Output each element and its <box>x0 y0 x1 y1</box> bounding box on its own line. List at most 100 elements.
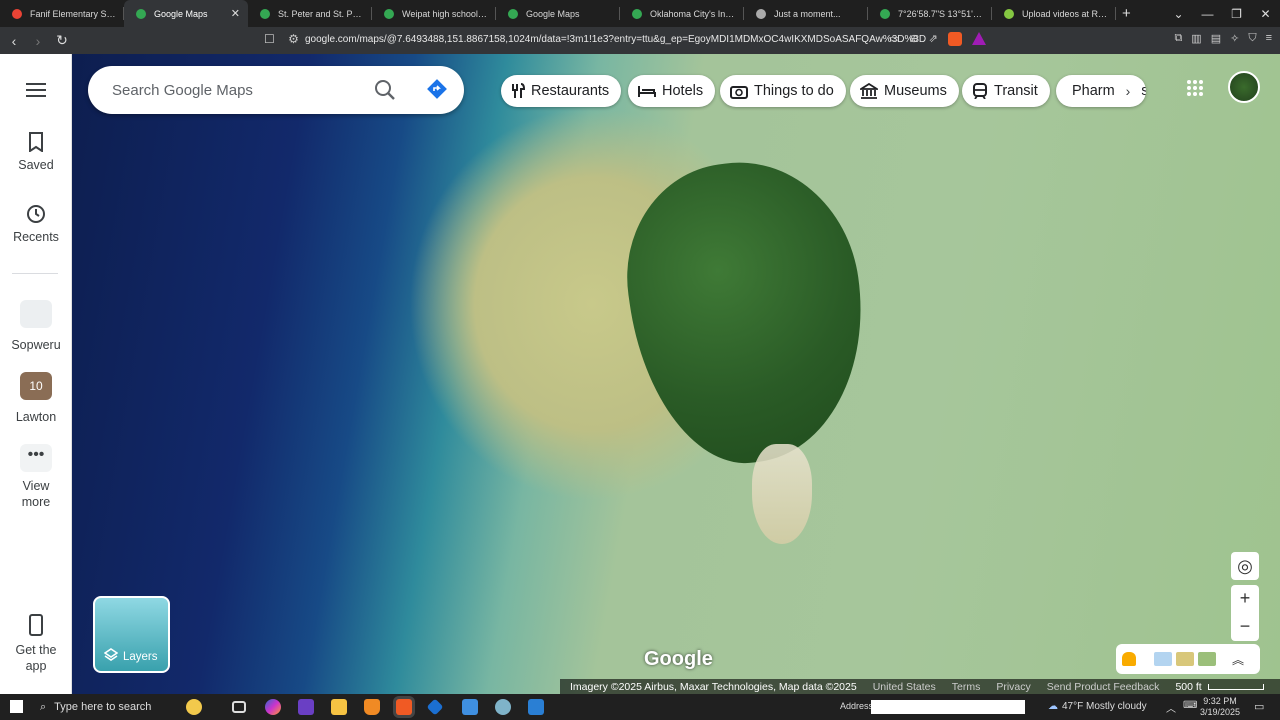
tab-search-icon[interactable]: ⌄ <box>1164 7 1193 21</box>
sidebar-toggle-icon[interactable]: ▥ <box>1191 32 1201 45</box>
browser-tab[interactable]: Fanif Elementary School - <box>0 0 124 27</box>
chip-things-to-do[interactable]: Things to do <box>720 75 846 107</box>
main-menu-button[interactable] <box>0 82 72 104</box>
tray-chevron-icon[interactable]: ︿ <box>1166 700 1176 715</box>
terms-link[interactable]: Terms <box>952 681 981 693</box>
copilot-icon[interactable] <box>186 699 202 715</box>
address-bar-url[interactable]: google.com/maps/@7.6493488,151.8867158,1… <box>305 34 926 45</box>
recent-place-lawton[interactable]: 10 Lawton <box>0 372 72 424</box>
close-window-button[interactable]: ✕ <box>1251 7 1280 21</box>
pinned-app-icon[interactable] <box>426 698 444 716</box>
sand-spit <box>752 444 812 544</box>
network-app-icon[interactable] <box>495 699 511 715</box>
weather-widget[interactable]: ☁ 47°F Mostly cloudy <box>1048 701 1147 712</box>
new-tab-button[interactable]: + <box>1122 5 1131 22</box>
browser-tab[interactable]: Upload videos at Rumble <box>992 0 1116 27</box>
back-button[interactable]: ‹ <box>4 33 24 49</box>
wallet-icon[interactable]: ▤ <box>1211 32 1221 45</box>
cast-icon[interactable]: ▭ <box>889 32 899 46</box>
directions-icon[interactable] <box>426 78 448 100</box>
chip-restaurants[interactable]: Restaurants <box>501 75 622 107</box>
windows-start-icon[interactable] <box>10 700 23 713</box>
museum-icon <box>860 83 878 99</box>
forward-button[interactable]: › <box>28 33 48 49</box>
account-avatar[interactable] <box>1228 71 1260 103</box>
close-tab-icon[interactable]: ✕ <box>231 7 240 20</box>
address-toolbar-input[interactable] <box>871 700 1025 714</box>
chip-hotels[interactable]: Hotels <box>628 75 716 107</box>
satellite-map[interactable] <box>72 54 1280 694</box>
privacy-link[interactable]: Privacy <box>996 681 1030 693</box>
saved-button[interactable]: Saved <box>0 132 72 172</box>
view-more-button[interactable]: ••• View more <box>0 444 72 510</box>
browser-tab[interactable]: Oklahoma City's Incredib <box>620 0 744 27</box>
notification-icon[interactable]: ▭ <box>1254 700 1264 713</box>
map-type-default[interactable] <box>1154 652 1172 666</box>
pegman-icon[interactable] <box>1122 652 1136 666</box>
vpn-icon[interactable]: ⛉ <box>1248 32 1256 45</box>
brave-browser-icon[interactable] <box>396 699 412 715</box>
browser-tab[interactable]: Just a moment... <box>744 0 868 27</box>
search-icon[interactable] <box>374 79 396 101</box>
share-icon[interactable]: ⇗ <box>929 32 938 46</box>
zoom-out-button[interactable]: − <box>1231 613 1259 641</box>
site-info-icon[interactable]: ⚙ <box>288 32 299 46</box>
tab-list: Fanif Elementary School - Google Maps ✕ St.… <box>0 0 1116 27</box>
tab-title: Fanif Elementary School - <box>30 8 116 19</box>
google-apps-icon[interactable] <box>1186 79 1204 97</box>
browser-tab[interactable]: Weipat high school - Goo <box>372 0 496 27</box>
browser-tab-active[interactable]: Google Maps ✕ <box>124 0 248 27</box>
extensions-icon[interactable]: ⧉ <box>1174 32 1182 45</box>
clock-time: 9:32 PM <box>1203 696 1237 706</box>
restore-button[interactable]: ❐ <box>1222 7 1251 21</box>
favicon-icon <box>12 8 22 19</box>
get-app-label: Get the app <box>15 643 57 673</box>
expand-icon[interactable]: ︽ <box>1232 651 1244 668</box>
recent-place-sopweru[interactable]: Sopweru <box>0 300 72 352</box>
taskbar-search[interactable]: ⌕ Type here to search <box>32 694 210 720</box>
saved-label: Saved <box>18 158 54 172</box>
browser-tab[interactable]: 7°26'58.7"S 13°51'33.3"W <box>868 0 992 27</box>
map-type-3d[interactable] <box>1198 652 1216 666</box>
chips-next-button[interactable]: › <box>1114 77 1142 105</box>
scale-label[interactable]: 500 ft <box>1175 681 1201 693</box>
menu-icon[interactable]: ≡ <box>1266 32 1272 45</box>
copilot-app-icon[interactable] <box>265 699 281 715</box>
visual-studio-icon[interactable] <box>298 699 314 715</box>
chip-label: Hotels <box>662 83 704 99</box>
brave-rewards-icon[interactable] <box>971 32 986 45</box>
tab-title: Just a moment... <box>774 8 841 19</box>
system-clock[interactable]: 9:32 PM 3/19/2025 <box>1200 696 1240 718</box>
zoom-in-button[interactable]: + <box>1231 585 1259 613</box>
favicon-icon <box>508 8 518 19</box>
photos-app-icon[interactable] <box>462 699 478 715</box>
chip-label: Transit <box>994 83 1038 99</box>
layers-button[interactable]: Layers <box>93 596 170 673</box>
vlc-icon[interactable] <box>364 699 380 715</box>
bookmark-icon[interactable]: ☐ ⚙ <box>264 32 299 46</box>
tab-title: Upload videos at Rumble <box>1022 8 1108 19</box>
map-type-selector: ︽ <box>1116 644 1260 674</box>
island-vegetation <box>612 147 882 477</box>
chip-museums[interactable]: Museums <box>850 75 959 107</box>
task-view-icon[interactable] <box>232 701 246 713</box>
get-the-app-button[interactable]: Get the app <box>0 614 72 674</box>
imagery-attribution: Imagery ©2025 Airbus, Maxar Technologies… <box>570 680 857 693</box>
keyboard-icon[interactable]: ⌨ <box>1183 700 1197 711</box>
map-type-terrain[interactable] <box>1176 652 1194 666</box>
minimize-button[interactable]: — <box>1193 7 1222 21</box>
recents-button[interactable]: Recents <box>0 204 72 244</box>
leo-ai-icon[interactable]: ✧ <box>1230 32 1239 45</box>
feedback-link[interactable]: Send Product Feedback <box>1047 681 1160 693</box>
browser-tab[interactable]: Google Maps <box>496 0 620 27</box>
zoom-icon[interactable]: ⊕ <box>909 32 918 46</box>
my-location-button[interactable]: ◎ <box>1231 552 1259 580</box>
country-link[interactable]: United States <box>873 681 936 693</box>
browser-tab[interactable]: St. Peter and St. Paul Ligh <box>248 0 372 27</box>
search-input[interactable] <box>112 81 360 99</box>
brave-shields-icon[interactable] <box>947 32 962 46</box>
calculator-icon[interactable] <box>528 699 544 715</box>
chip-transit[interactable]: Transit <box>962 75 1050 107</box>
file-explorer-icon[interactable] <box>331 699 347 715</box>
reload-button[interactable]: ↻ <box>52 32 72 49</box>
